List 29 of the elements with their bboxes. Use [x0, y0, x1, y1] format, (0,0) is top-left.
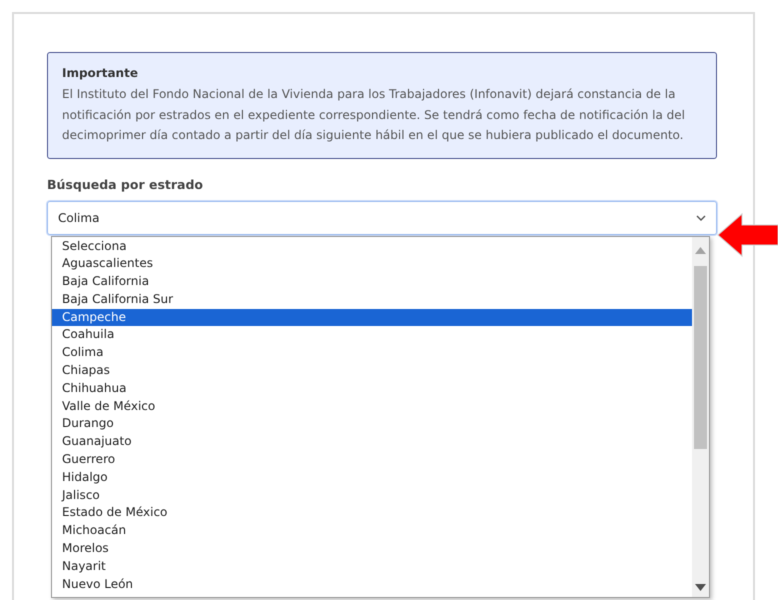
dropdown-option[interactable]: Estado de México — [52, 504, 692, 522]
dropdown-option[interactable]: Campeche — [52, 308, 692, 326]
dropdown-option[interactable]: Valle de México — [52, 398, 692, 416]
notice-title: Importante — [62, 66, 139, 80]
dropdown-option[interactable]: Guerrero — [52, 451, 692, 469]
dropdown-option[interactable]: Nuevo León — [52, 576, 692, 594]
scroll-down-icon[interactable] — [695, 584, 706, 590]
dropdown-option[interactable]: Guanajuato — [52, 433, 692, 452]
scrollbar[interactable] — [692, 236, 709, 596]
dropdown-option[interactable]: Michoacán — [52, 522, 692, 540]
dropdown-option[interactable]: Colima — [52, 344, 692, 362]
dropdown-option[interactable]: Morelos — [52, 540, 692, 558]
dropdown-option[interactable]: Chiapas — [52, 362, 692, 380]
scroll-thumb[interactable] — [694, 266, 707, 448]
chevron-down-icon — [696, 214, 706, 220]
dropdown-option[interactable]: Coahuila — [52, 326, 692, 344]
arrow-icon — [716, 212, 778, 258]
dropdown-option[interactable]: Selecciona — [52, 238, 692, 256]
dropdown-option[interactable]: Chihuahua — [52, 380, 692, 398]
field-label: Búsqueda por estrado — [47, 176, 204, 192]
dropdown-option[interactable]: Aguascalientes — [52, 255, 692, 274]
dropdown-option[interactable]: Baja California — [52, 273, 692, 291]
dropdown-option[interactable]: Hidalgo — [52, 468, 692, 487]
dropdown-option[interactable]: Jalisco — [52, 486, 692, 504]
dropdown-option[interactable]: Durango — [52, 415, 692, 434]
dropdown-option[interactable]: Nayarit — [52, 558, 692, 576]
notice-text: El Instituto del Fondo Nacional de la Vivienda para los Trabajadores (Infonavit) dejará constancia de la notificación por estrados en el expediente correspondiente. Se tendrá como fecha de notificación la del decimoprimer día contado a partir del día siguiente hábil en el que se hubiera publicado el documento. — [62, 86, 686, 144]
dropdown-option[interactable]: Baja California Sur — [52, 290, 692, 309]
scroll-up-icon[interactable] — [695, 246, 706, 254]
